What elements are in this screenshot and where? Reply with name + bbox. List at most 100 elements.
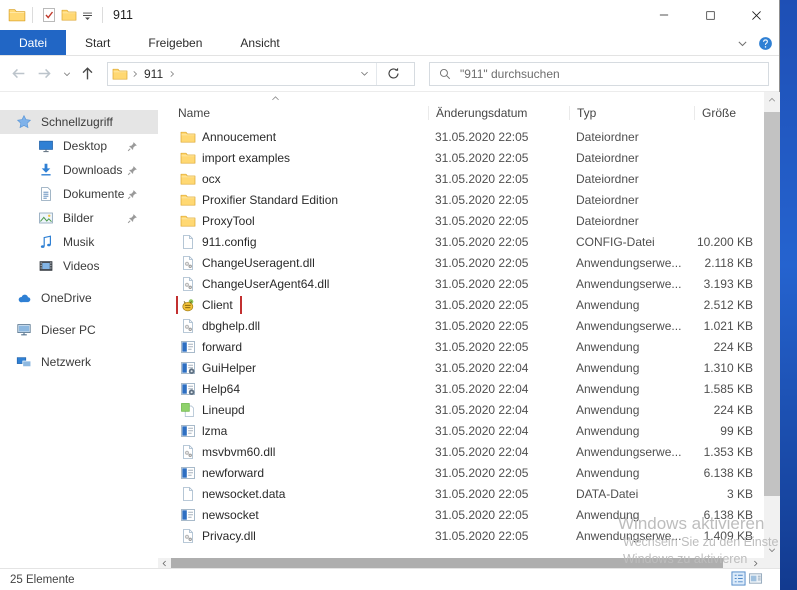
maximize-button[interactable] bbox=[687, 0, 733, 30]
minimize-button[interactable] bbox=[641, 0, 687, 30]
column-header-type[interactable]: Typ bbox=[569, 106, 694, 120]
scroll-right-button[interactable] bbox=[749, 558, 762, 568]
file-date: 31.05.2020 22:05 bbox=[428, 277, 569, 291]
recent-locations-icon[interactable] bbox=[62, 69, 72, 79]
sidebar-item-videos[interactable]: Videos bbox=[0, 254, 158, 278]
file-row-newsocket-data[interactable]: newsocket.data31.05.2020 22:05DATA-Datei… bbox=[158, 483, 764, 504]
file-row-newforward[interactable]: newforward31.05.2020 22:05Anwendung6.138… bbox=[158, 462, 764, 483]
file-row-privacy-dll[interactable]: Privacy.dll31.05.2020 22:05Anwendungserw… bbox=[158, 525, 764, 546]
file-name[interactable]: Help64 bbox=[202, 382, 240, 396]
folder-icon bbox=[180, 192, 196, 208]
file-name[interactable]: newsocket.data bbox=[202, 487, 285, 501]
search-box[interactable] bbox=[429, 62, 769, 86]
sidebar-item-dokumente[interactable]: Dokumente bbox=[0, 182, 158, 206]
file-name[interactable]: 911.config bbox=[202, 235, 257, 249]
tab-datei[interactable]: Datei bbox=[0, 30, 66, 55]
file-row-newsocket[interactable]: newsocket31.05.2020 22:05Anwendung6.138 … bbox=[158, 504, 764, 525]
new-folder-icon[interactable] bbox=[61, 7, 77, 23]
file-row-proxytool[interactable]: ProxyTool31.05.2020 22:05Dateiordner bbox=[158, 210, 764, 231]
file-name[interactable]: newforward bbox=[202, 466, 264, 480]
file-row-changeuseragent64-dll[interactable]: ChangeUserAgent64.dll31.05.2020 22:05Anw… bbox=[158, 273, 764, 294]
sidebar-item-label: Downloads bbox=[63, 163, 122, 177]
file-name[interactable]: newsocket bbox=[202, 508, 259, 522]
file-name[interactable]: lzma bbox=[202, 424, 227, 438]
minimize-icon bbox=[658, 9, 670, 21]
address-dropdown-icon[interactable] bbox=[359, 68, 370, 79]
horizontal-scrollbar-thumb[interactable] bbox=[171, 558, 723, 568]
vertical-scrollbar-thumb[interactable] bbox=[764, 112, 780, 496]
file-row-msvbvm60-dll[interactable]: msvbvm60.dll31.05.2020 22:04Anwendungser… bbox=[158, 441, 764, 462]
file-name[interactable]: Annoucement bbox=[202, 130, 276, 144]
file-name[interactable]: msvbvm60.dll bbox=[202, 445, 275, 459]
horizontal-scrollbar[interactable] bbox=[158, 558, 780, 568]
file-row-lzma[interactable]: lzma31.05.2020 22:04Anwendung99 KB bbox=[158, 420, 764, 441]
file-row-proxifier-standard-edition[interactable]: Proxifier Standard Edition31.05.2020 22:… bbox=[158, 189, 764, 210]
column-header-date[interactable]: Änderungsdatum bbox=[428, 106, 569, 120]
file-row-lineupd[interactable]: Lineupd31.05.2020 22:04Anwendung224 KB bbox=[158, 399, 764, 420]
file-name[interactable]: dbghelp.dll bbox=[202, 319, 260, 333]
forward-icon[interactable] bbox=[36, 65, 53, 82]
breadcrumb-chevron-icon[interactable] bbox=[130, 69, 140, 79]
search-input[interactable] bbox=[460, 67, 760, 81]
file-row-911-config[interactable]: 911.config31.05.2020 22:05CONFIG-Datei10… bbox=[158, 231, 764, 252]
file-name[interactable]: ChangeUseragent.dll bbox=[202, 256, 315, 270]
file-name[interactable]: ocx bbox=[202, 172, 221, 186]
large-icons-view-icon[interactable] bbox=[748, 571, 763, 586]
sidebar-item-musik[interactable]: Musik bbox=[0, 230, 158, 254]
file-row-guihelper[interactable]: GuiHelper31.05.2020 22:04Anwendung1.310 … bbox=[158, 357, 764, 378]
breadcrumb-chevron-icon[interactable] bbox=[167, 69, 177, 79]
file-row-forward[interactable]: forward31.05.2020 22:05Anwendung224 KB bbox=[158, 336, 764, 357]
ribbon-collapse-icon[interactable] bbox=[736, 37, 749, 50]
sidebar-item-bilder[interactable]: Bilder bbox=[0, 206, 158, 230]
file-row-ocx[interactable]: ocx31.05.2020 22:05Dateiordner bbox=[158, 168, 764, 189]
tab-ansicht[interactable]: Ansicht bbox=[221, 30, 298, 55]
file-row-changeuseragent-dll[interactable]: ChangeUseragent.dll31.05.2020 22:05Anwen… bbox=[158, 252, 764, 273]
file-name[interactable]: GuiHelper bbox=[202, 361, 256, 375]
refresh-icon[interactable] bbox=[386, 66, 401, 81]
file-name[interactable]: Proxifier Standard Edition bbox=[202, 193, 338, 207]
sidebar-item-netzwerk[interactable]: Netzwerk bbox=[0, 350, 158, 374]
help-icon[interactable] bbox=[758, 36, 773, 51]
star-icon bbox=[16, 114, 32, 130]
sidebar-item-dieser-pc[interactable]: Dieser PC bbox=[0, 318, 158, 342]
tab-start[interactable]: Start bbox=[66, 30, 129, 55]
sidebar-item-downloads[interactable]: Downloads bbox=[0, 158, 158, 182]
file-name[interactable]: ProxyTool bbox=[202, 214, 255, 228]
sidebar-item-schnellzugriff[interactable]: Schnellzugriff bbox=[0, 110, 158, 134]
scroll-left-button[interactable] bbox=[158, 558, 171, 568]
downloads-icon bbox=[38, 162, 54, 178]
window-title: 911 bbox=[113, 8, 133, 22]
column-header-size[interactable]: Größe bbox=[694, 106, 755, 120]
up-icon[interactable] bbox=[79, 65, 96, 82]
dll-icon bbox=[180, 444, 196, 460]
file-type: Anwendungserwe... bbox=[569, 319, 694, 333]
file-name[interactable]: Client bbox=[202, 298, 233, 312]
file-row-dbghelp-dll[interactable]: dbghelp.dll31.05.2020 22:05Anwendungserw… bbox=[158, 315, 764, 336]
file-row-annoucement[interactable]: Annoucement31.05.2020 22:05Dateiordner bbox=[158, 126, 764, 147]
sidebar-item-desktop[interactable]: Desktop bbox=[0, 134, 158, 158]
file-row-help64[interactable]: Help6431.05.2020 22:04Anwendung1.585 KB bbox=[158, 378, 764, 399]
file-row-client[interactable]: Client31.05.2020 22:05Anwendung2.512 KB bbox=[158, 294, 764, 315]
customize-quick-access-icon[interactable] bbox=[81, 9, 94, 22]
file-name[interactable]: forward bbox=[202, 340, 242, 354]
scroll-down-button[interactable] bbox=[764, 542, 780, 558]
explorer-window: 911 Datei Start Freigeben Ansicht bbox=[0, 0, 780, 590]
properties-check-icon[interactable] bbox=[41, 7, 57, 23]
file-name[interactable]: Privacy.dll bbox=[202, 529, 256, 543]
file-name[interactable]: ChangeUserAgent64.dll bbox=[202, 277, 329, 291]
sidebar-item-onedrive[interactable]: OneDrive bbox=[0, 286, 158, 310]
back-icon[interactable] bbox=[10, 65, 27, 82]
file-row-import-examples[interactable]: import examples31.05.2020 22:05Dateiordn… bbox=[158, 147, 764, 168]
details-view-icon[interactable] bbox=[731, 571, 746, 586]
vertical-scrollbar[interactable] bbox=[764, 92, 780, 558]
close-button[interactable] bbox=[733, 0, 779, 30]
scroll-up-button[interactable] bbox=[764, 92, 780, 108]
file-name[interactable]: Lineupd bbox=[202, 403, 245, 417]
address-bar[interactable]: 911 bbox=[107, 62, 415, 86]
column-header-name[interactable]: Name bbox=[158, 106, 428, 120]
dll-icon bbox=[180, 255, 196, 271]
tab-freigeben[interactable]: Freigeben bbox=[129, 30, 221, 55]
file-name[interactable]: import examples bbox=[202, 151, 290, 165]
sidebar-item-label: Videos bbox=[63, 259, 99, 273]
breadcrumb-segment[interactable]: 911 bbox=[142, 67, 165, 81]
